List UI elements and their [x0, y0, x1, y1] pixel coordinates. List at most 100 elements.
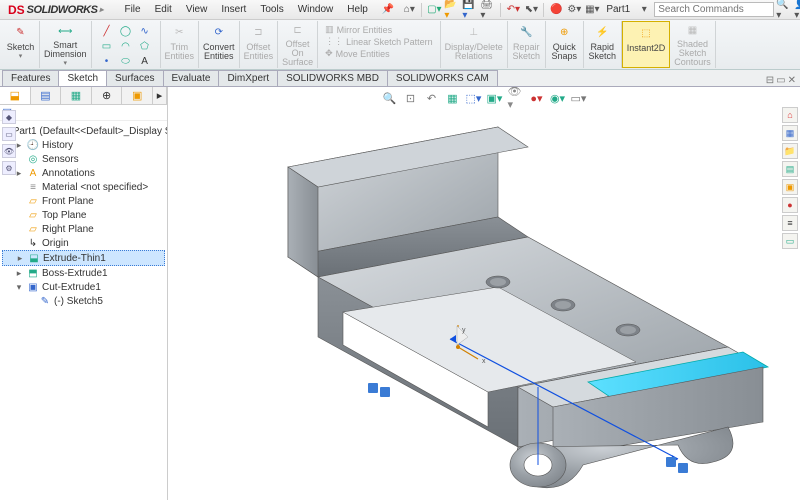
property-manager-tab[interactable]: ▤: [31, 87, 62, 104]
command-ribbon: ✎ Sketch ▾ ⟷ Smart Dimension ▾ ╱ ◯ ∿ ▭ ◠…: [0, 20, 800, 70]
menu-bar: File Edit View Insert Tools Window Help …: [117, 1, 401, 18]
search-dropdown-icon[interactable]: 🔍▾: [776, 2, 792, 18]
search-commands-input[interactable]: [654, 2, 774, 17]
configuration-tab[interactable]: ▦: [61, 87, 92, 104]
rail-hide-icon[interactable]: 👁: [2, 144, 16, 158]
undo-icon[interactable]: ↶▾: [505, 2, 521, 18]
command-manager-tabs: Features Sketch Surfaces Evaluate DimXpe…: [0, 70, 800, 87]
tab-evaluate[interactable]: Evaluate: [163, 70, 220, 86]
offset-surface-icon: ⊏: [288, 22, 308, 39]
display-delete-relations-button[interactable]: ⊥ Display/Delete Relations: [441, 21, 508, 68]
offset-icon: ⊐: [248, 22, 268, 42]
mirror-icon: ▥: [325, 24, 334, 35]
tree-sensors[interactable]: ◎Sensors: [2, 152, 165, 166]
document-name: Part1: [602, 4, 634, 15]
plane-icon: ▱: [27, 223, 39, 235]
instant2d-button[interactable]: ⬚ Instant2D: [622, 21, 671, 68]
sketch-node-icon: ✎: [39, 295, 51, 307]
tree-front-plane[interactable]: ▱Front Plane: [2, 194, 165, 208]
rail-config-icon[interactable]: ⚙: [2, 161, 16, 175]
menu-insert[interactable]: Insert: [214, 1, 253, 18]
ellipse-icon[interactable]: ⬭: [117, 54, 135, 68]
solidworks-logo-text: SOLIDWORKS: [27, 4, 98, 16]
offset-entities-button[interactable]: ⊐ Offset Entities: [240, 21, 279, 68]
expand-tab-icon[interactable]: ▸: [153, 87, 167, 104]
doc-close-icon[interactable]: ✕: [788, 75, 796, 86]
tree-right-plane[interactable]: ▱Right Plane: [2, 222, 165, 236]
mirror-entities-button[interactable]: ▥Mirror Entities: [325, 24, 433, 35]
quick-access-toolbar: ⌂▾ ▢▾ 📂▾ 💾▾ 🖨▾ ↶▾ ⬉▾ 🔴 ⚙▾ ▦▾ Part1 ▾ 🔍▾ …: [401, 2, 800, 18]
linear-pattern-icon: ⋮⋮: [325, 36, 343, 47]
repair-sketch-button[interactable]: 🔧 Repair Sketch: [508, 21, 546, 68]
open-icon[interactable]: 📂▾: [444, 2, 460, 18]
quick-snaps-button[interactable]: ⊕ Quick Snaps: [546, 21, 584, 68]
tab-features[interactable]: Features: [2, 70, 59, 86]
tree-annotations[interactable]: ▸AAnnotations: [2, 166, 165, 180]
tree-cut-extrude1[interactable]: ▾▣Cut-Extrude1: [2, 280, 165, 294]
sketch-icon: ✎: [11, 22, 31, 42]
linear-pattern-button[interactable]: ⋮⋮Linear Sketch Pattern: [325, 36, 433, 47]
menu-tools[interactable]: Tools: [253, 1, 290, 18]
rect-icon[interactable]: ▭: [98, 39, 116, 53]
new-doc-icon[interactable]: ▢▾: [426, 2, 442, 18]
circle-icon[interactable]: ◯: [117, 24, 135, 38]
save-icon[interactable]: 💾▾: [462, 2, 478, 18]
tab-dimxpert[interactable]: DimXpert: [218, 70, 278, 86]
tree-history[interactable]: ▸🕘History: [2, 138, 165, 152]
move-entities-button[interactable]: ✥Move Entities: [325, 48, 433, 59]
menu-edit[interactable]: Edit: [148, 1, 179, 18]
tree-root[interactable]: ◆Part1 (Default<<Default>_Display Sta: [2, 124, 165, 138]
panel-tabs: ⬓ ▤ ▦ ⊕ ▣ ▸: [0, 87, 167, 105]
tab-mbd[interactable]: SOLIDWORKS MBD: [277, 70, 388, 86]
polygon-icon[interactable]: ⬠: [136, 39, 154, 53]
menu-pin-icon[interactable]: 📌: [375, 1, 401, 18]
graphics-viewport[interactable]: 🔍 ⊡ ↶ ▦ ⬚▾ ▣▾ 👁▾ ●▾ ◉▾ ▭▾ ⌂ ▦ 📁 ▤ ▣ ● ≡ …: [168, 87, 800, 500]
shaded-sketch-button[interactable]: ▦ Shaded Sketch Contours: [670, 21, 716, 68]
menu-help[interactable]: Help: [340, 1, 375, 18]
sensors-icon: ◎: [27, 153, 39, 165]
dimxpert-tab[interactable]: ⊕: [92, 87, 123, 104]
doc-dropdown-icon[interactable]: ▾: [636, 2, 652, 18]
smart-dimension-button[interactable]: ⟷ Smart Dimension ▾: [40, 21, 92, 68]
tab-sketch[interactable]: Sketch: [58, 70, 107, 86]
display-tab[interactable]: ▣: [122, 87, 153, 104]
tree-material[interactable]: ≡Material <not specified>: [2, 180, 165, 194]
menu-window[interactable]: Window: [291, 1, 341, 18]
pattern-group: ▥Mirror Entities ⋮⋮Linear Sketch Pattern…: [318, 21, 441, 68]
material-icon: ≡: [27, 181, 39, 193]
tree-boss-extrude1[interactable]: ▸⬒Boss-Extrude1: [2, 266, 165, 280]
text-icon[interactable]: A: [136, 54, 154, 68]
rapid-icon: ⚡: [592, 22, 612, 42]
menu-file[interactable]: File: [117, 1, 147, 18]
tab-surfaces[interactable]: Surfaces: [106, 70, 163, 86]
line-icon[interactable]: ╱: [98, 24, 116, 38]
tree-extrude-thin1[interactable]: ▸⬓Extrude-Thin1: [2, 250, 165, 266]
svg-text:x: x: [482, 358, 486, 365]
print-icon[interactable]: 🖨▾: [480, 2, 496, 18]
feature-tree-tab[interactable]: ⬓: [0, 87, 31, 104]
doc-min-icon[interactable]: ⊟: [766, 75, 774, 86]
home-icon[interactable]: ⌂▾: [401, 2, 417, 18]
convert-entities-button[interactable]: ⟳ Convert Entities: [199, 21, 240, 68]
tree-top-plane[interactable]: ▱Top Plane: [2, 208, 165, 222]
rail-assembly-icon[interactable]: ◆: [2, 110, 16, 124]
trim-entities-button[interactable]: ✂ Trim Entities: [161, 21, 200, 68]
rail-part-icon[interactable]: ▭: [2, 127, 16, 141]
user-icon[interactable]: 👤▾: [794, 2, 800, 18]
spline-icon[interactable]: ∿: [136, 24, 154, 38]
offset-on-surface-button[interactable]: ⊏ Offset On Surface: [278, 21, 318, 68]
options-icon[interactable]: ⚙▾: [566, 2, 582, 18]
tree-origin[interactable]: ↳Origin: [2, 236, 165, 250]
sketch-entities-group: ╱ ◯ ∿ ▭ ◠ ⬠ • ⬭ A: [92, 21, 161, 68]
arc-icon[interactable]: ◠: [117, 39, 135, 53]
menu-view[interactable]: View: [179, 1, 215, 18]
sketch-button[interactable]: ✎ Sketch ▾: [2, 21, 40, 68]
rebuild-icon[interactable]: 🔴: [548, 2, 564, 18]
tab-cam[interactable]: SOLIDWORKS CAM: [387, 70, 498, 86]
point-icon[interactable]: •: [98, 54, 116, 68]
rapid-sketch-button[interactable]: ⚡ Rapid Sketch: [584, 21, 622, 68]
doc-max-icon[interactable]: ▭: [776, 75, 785, 86]
select-icon[interactable]: ⬉▾: [523, 2, 539, 18]
layers-icon[interactable]: ▦▾: [584, 2, 600, 18]
tree-sketch5[interactable]: ✎(-) Sketch5: [2, 294, 165, 308]
